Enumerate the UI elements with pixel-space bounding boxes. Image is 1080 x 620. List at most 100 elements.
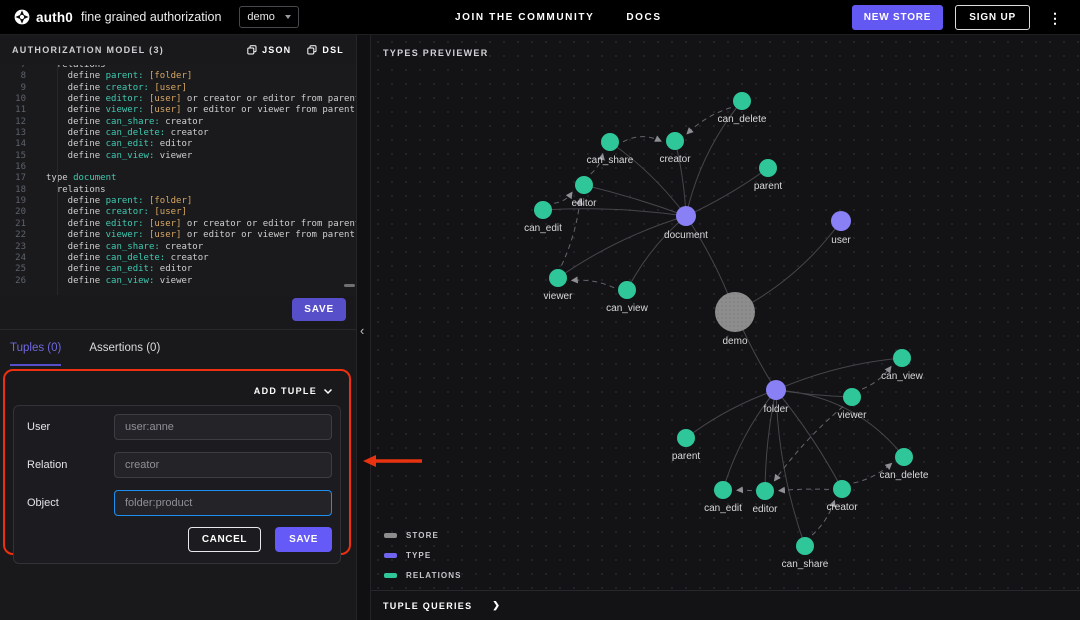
edge-d_can_view-d_viewer	[572, 280, 614, 288]
object-input[interactable]	[114, 490, 332, 516]
node-label-d_creator: creator	[659, 154, 691, 165]
auth0-logo-icon	[14, 9, 30, 25]
node-label-f_parent: parent	[672, 451, 701, 462]
legend-item-type: TYPE	[384, 551, 462, 560]
annotation-arrow	[362, 454, 424, 473]
tuple-queries-bar[interactable]: TUPLE QUERIES ❯	[371, 590, 1080, 620]
node-label-d_can_view: can_view	[606, 303, 648, 314]
node-d_can_view[interactable]	[618, 281, 636, 299]
node-label-demo: demo	[722, 336, 747, 347]
line-number: 16	[0, 162, 34, 173]
cancel-button[interactable]: CANCEL	[188, 527, 261, 552]
graph-legend: STORETYPERELATIONS	[384, 531, 462, 580]
line-number: 11	[0, 105, 34, 116]
code-text: define can_delete: creator	[34, 128, 209, 139]
model-save-row: SAVE	[292, 298, 346, 321]
node-demo[interactable]	[715, 292, 755, 332]
line-number: 21	[0, 219, 34, 230]
code-editor[interactable]: 7 relations8 define parent: [folder]9 de…	[0, 65, 356, 295]
types-graph[interactable]: can_deletecreatorcan_shareparenteditorca…	[371, 35, 1080, 620]
node-f_can_edit[interactable]	[714, 481, 732, 499]
node-f_can_share[interactable]	[796, 537, 814, 555]
edge-d_can_edit-d_editor	[554, 192, 572, 203]
node-document[interactable]	[676, 206, 696, 226]
code-line: 25 define can_edit: editor	[0, 264, 356, 275]
editor-scrollbar[interactable]	[344, 284, 355, 287]
node-f_can_delete[interactable]	[895, 448, 913, 466]
code-line: 23 define can_share: creator	[0, 242, 356, 253]
panel-collapse-strip: ‹	[357, 35, 371, 620]
node-d_can_edit[interactable]	[534, 201, 552, 219]
line-number: 24	[0, 253, 34, 264]
code-text: define viewer: [user] or editor or viewe…	[34, 230, 355, 241]
tuples-assertions-tabs: Tuples (0) Assertions (0)	[0, 330, 356, 366]
collapse-panel-icon[interactable]: ‹	[360, 323, 364, 338]
code-line: 18 relations	[0, 185, 356, 196]
node-d_parent[interactable]	[759, 159, 777, 177]
form-row-object: Object	[14, 484, 340, 522]
store-dropdown[interactable]: demo	[239, 6, 299, 28]
model-panel-title: AUTHORIZATION MODEL (3)	[12, 45, 164, 55]
edge-demo-user	[735, 221, 841, 312]
code-text: define editor: [user] or creator or edit…	[34, 94, 356, 105]
node-f_editor[interactable]	[756, 482, 774, 500]
user-input[interactable]	[114, 414, 332, 440]
edge-document-d_viewer	[558, 216, 686, 278]
tab-assertions[interactable]: Assertions (0)	[89, 330, 160, 366]
field-label-relation: Relation	[27, 459, 114, 471]
code-text	[34, 162, 46, 173]
node-label-f_creator: creator	[826, 502, 858, 513]
node-d_viewer[interactable]	[549, 269, 567, 287]
node-d_creator[interactable]	[666, 132, 684, 150]
new-store-button[interactable]: NEW STORE	[852, 5, 944, 30]
node-d_can_delete[interactable]	[733, 92, 751, 110]
line-number: 25	[0, 264, 34, 275]
edge-f_editor-f_can_edit	[737, 490, 752, 491]
field-label-object: Object	[27, 497, 114, 509]
edge-document-d_can_edit	[543, 209, 686, 216]
brand-subtitle: fine grained authorization	[81, 10, 221, 24]
model-panel: AUTHORIZATION MODEL (3) JSON DSL	[0, 35, 357, 620]
nav-item-docs[interactable]: DOCS	[626, 12, 661, 23]
legend-item-store: STORE	[384, 531, 462, 540]
json-toggle-button[interactable]: JSON	[247, 45, 291, 55]
sign-up-button[interactable]: SIGN UP	[955, 5, 1030, 30]
node-f_creator[interactable]	[833, 480, 851, 498]
node-f_parent[interactable]	[677, 429, 695, 447]
node-f_can_view[interactable]	[893, 349, 911, 367]
node-label-d_viewer: viewer	[544, 291, 574, 302]
dsl-toggle-label: DSL	[322, 45, 344, 55]
node-f_viewer[interactable]	[843, 388, 861, 406]
relation-input[interactable]	[114, 452, 332, 478]
code-line: 24 define can_delete: creator	[0, 253, 356, 264]
node-d_editor[interactable]	[575, 176, 593, 194]
line-number: 9	[0, 83, 34, 94]
tuple-queries-label: TUPLE QUERIES	[383, 601, 472, 611]
dsl-toggle-button[interactable]: DSL	[307, 45, 344, 55]
model-save-button[interactable]: SAVE	[292, 298, 346, 321]
code-line: 14 define can_edit: editor	[0, 139, 356, 150]
line-number: 18	[0, 185, 34, 196]
code-line: 20 define creator: [user]	[0, 207, 356, 218]
tab-tuples[interactable]: Tuples (0)	[10, 330, 61, 366]
line-number: 22	[0, 230, 34, 241]
add-tuple-toggle[interactable]: ADD TUPLE	[5, 379, 349, 403]
model-panel-header: AUTHORIZATION MODEL (3) JSON DSL	[0, 35, 356, 65]
indent-guide	[57, 65, 58, 295]
legend-label: STORE	[406, 531, 439, 540]
node-folder[interactable]	[766, 380, 786, 400]
code-line: 8 define parent: [folder]	[0, 71, 356, 82]
line-number: 17	[0, 173, 34, 184]
model-view-toggles: JSON DSL	[247, 45, 344, 55]
node-user[interactable]	[831, 211, 851, 231]
tuple-save-button[interactable]: SAVE	[275, 527, 332, 552]
legend-swatch	[384, 553, 397, 558]
node-d_can_share[interactable]	[601, 133, 619, 151]
edge-f_creator-f_editor	[779, 489, 829, 491]
brand-name: auth0	[36, 10, 73, 25]
chevron-down-icon	[285, 15, 291, 19]
edge-document-d_can_view	[627, 216, 686, 290]
nav-item-join-the-community[interactable]: JOIN THE COMMUNITY	[455, 12, 594, 23]
kebab-menu-icon[interactable]: ⋮	[1042, 11, 1068, 25]
code-line: 21 define editor: [user] or creator or e…	[0, 219, 356, 230]
